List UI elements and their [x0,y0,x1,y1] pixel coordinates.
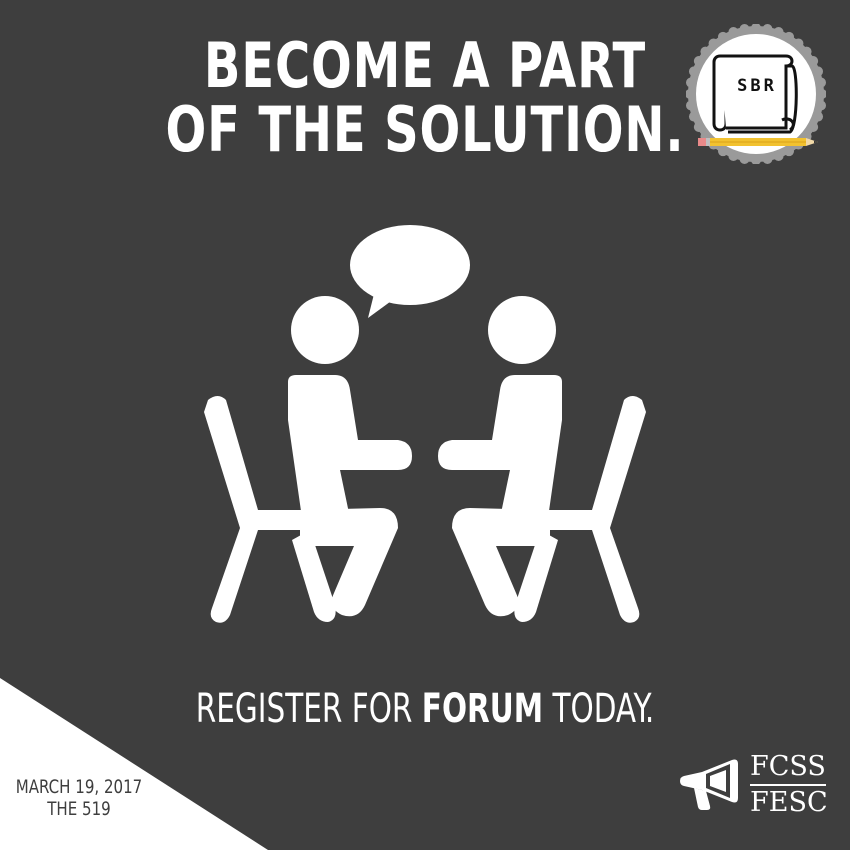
org-name-fr: FESC [750,787,828,818]
headline: BECOME A PART OF THE SOLUTION. [60,34,791,162]
poster: BECOME A PART OF THE SOLUTION. SBR REGIS… [0,0,850,850]
register-text-after: TODAY. [543,686,655,732]
register-forum: FORUM [421,686,544,732]
register-line: REGISTER FOR FORUM TODAY. [77,686,774,732]
org-divider [750,784,826,786]
event-venue: THE 519 [47,798,111,820]
sbr-badge: SBR [686,24,826,164]
badge-text: SBR [737,76,777,96]
two-people-conversation-icon [204,225,646,623]
org-logo: FCSS FESC [750,752,828,818]
event-details: MARCH 19, 2017 THE 519 [15,776,143,820]
register-text-before: REGISTER FOR [195,686,422,732]
headline-line-1: BECOME A PART [203,29,647,102]
headline-line-2: OF THE SOLUTION. [165,93,685,166]
megaphone-icon [680,759,738,810]
org-name-en: FCSS [750,751,826,782]
event-date: MARCH 19, 2017 [15,776,143,798]
